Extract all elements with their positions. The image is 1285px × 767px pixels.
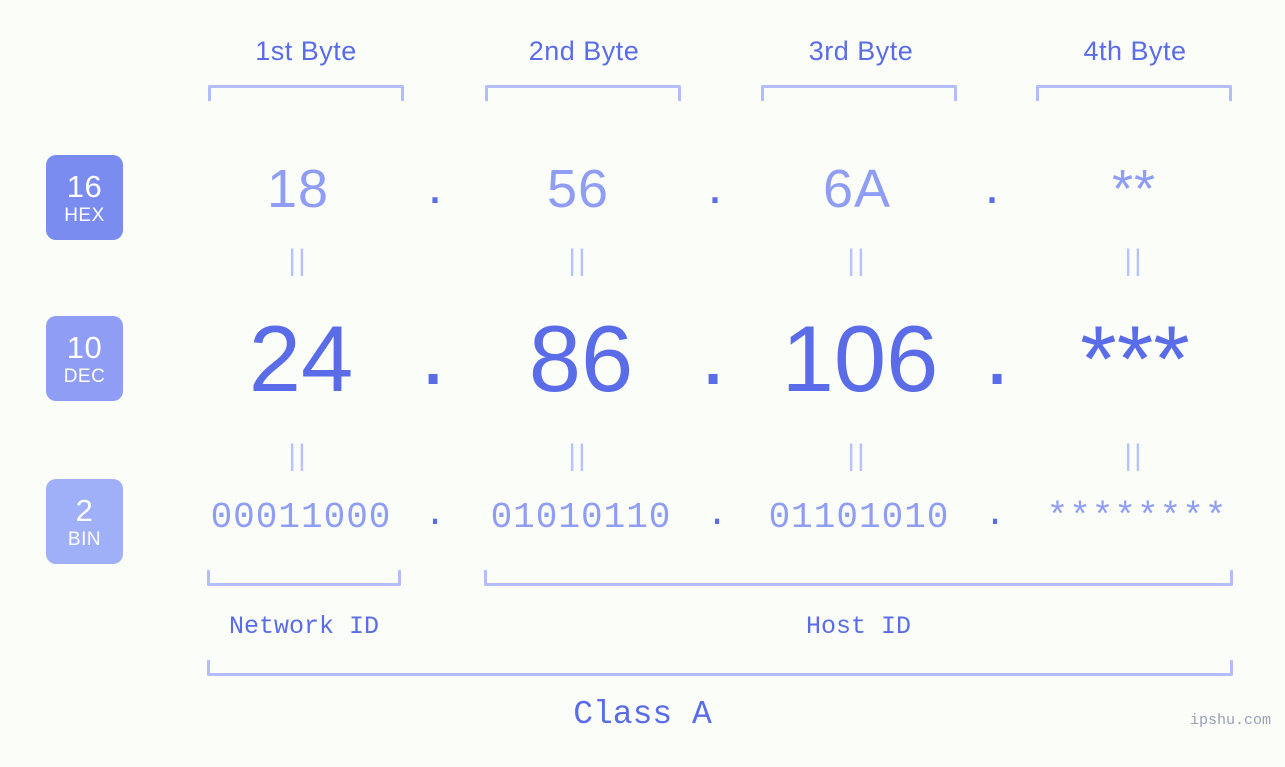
equals-mark-hex-dec-2: || (568, 244, 588, 277)
hex-byte-3: 6A (822, 159, 892, 219)
host-id-bracket (484, 570, 1233, 586)
byte-bracket-2 (485, 85, 681, 101)
base-badge-dec: 10 DEC (46, 316, 123, 401)
equals-mark-hex-dec-4: || (1124, 244, 1144, 277)
byte-header-4: 4th Byte (1083, 36, 1187, 66)
bin-byte-4: ******** (1046, 497, 1228, 538)
network-id-label: Network ID (228, 612, 380, 641)
base-badge-bin: 2 BIN (46, 479, 123, 564)
bin-byte-3: 01101010 (768, 497, 950, 538)
base-badge-bin-name: BIN (67, 528, 102, 550)
base-badge-dec-name: DEC (63, 365, 106, 387)
byte-bracket-3 (761, 85, 957, 101)
dec-separator-1: . (419, 299, 447, 404)
hex-byte-2: 56 (546, 159, 610, 219)
equals-mark-dec-bin-3: || (847, 439, 867, 472)
dec-byte-1: 24 (248, 306, 354, 411)
base-badge-dec-number: 10 (66, 329, 103, 365)
class-label: Class A (573, 696, 712, 733)
base-badge-hex-number: 16 (66, 168, 103, 204)
hex-separator-3: . (984, 155, 1000, 215)
hex-separator-2: . (707, 155, 723, 215)
network-id-bracket (207, 570, 401, 586)
hex-byte-1: 18 (266, 159, 330, 219)
equals-mark-dec-bin-1: || (288, 439, 308, 472)
bin-separator-1: . (424, 494, 446, 535)
class-bracket (207, 660, 1233, 676)
hex-separator-1: . (427, 155, 443, 215)
bin-separator-3: . (984, 494, 1006, 535)
dec-byte-3: 106 (781, 306, 939, 411)
hex-byte-4: ** (1111, 159, 1157, 219)
equals-mark-hex-dec-3: || (847, 244, 867, 277)
site-watermark: ipshu.com (1189, 712, 1271, 729)
base-badge-bin-number: 2 (75, 492, 94, 528)
host-id-label: Host ID (805, 612, 912, 641)
dec-separator-3: . (983, 299, 1011, 404)
bin-byte-1: 00011000 (210, 497, 392, 538)
base-badge-hex-name: HEX (64, 204, 105, 226)
ip-address-breakdown-diagram: 1st Byte 2nd Byte 3rd Byte 4th Byte 16 H… (0, 0, 1285, 767)
equals-mark-hex-dec-1: || (288, 244, 308, 277)
byte-bracket-1 (208, 85, 404, 101)
dec-byte-4: *** (1080, 306, 1190, 411)
byte-header-1: 1st Byte (255, 36, 357, 66)
equals-mark-dec-bin-2: || (568, 439, 588, 472)
bin-byte-2: 01010110 (490, 497, 672, 538)
byte-header-3: 3rd Byte (808, 36, 914, 66)
base-badge-hex: 16 HEX (46, 155, 123, 240)
dec-separator-2: . (699, 299, 727, 404)
byte-header-2: 2nd Byte (528, 36, 640, 66)
dec-byte-2: 86 (528, 306, 634, 411)
bin-separator-2: . (706, 494, 728, 535)
byte-bracket-4 (1036, 85, 1232, 101)
equals-mark-dec-bin-4: || (1124, 439, 1144, 472)
